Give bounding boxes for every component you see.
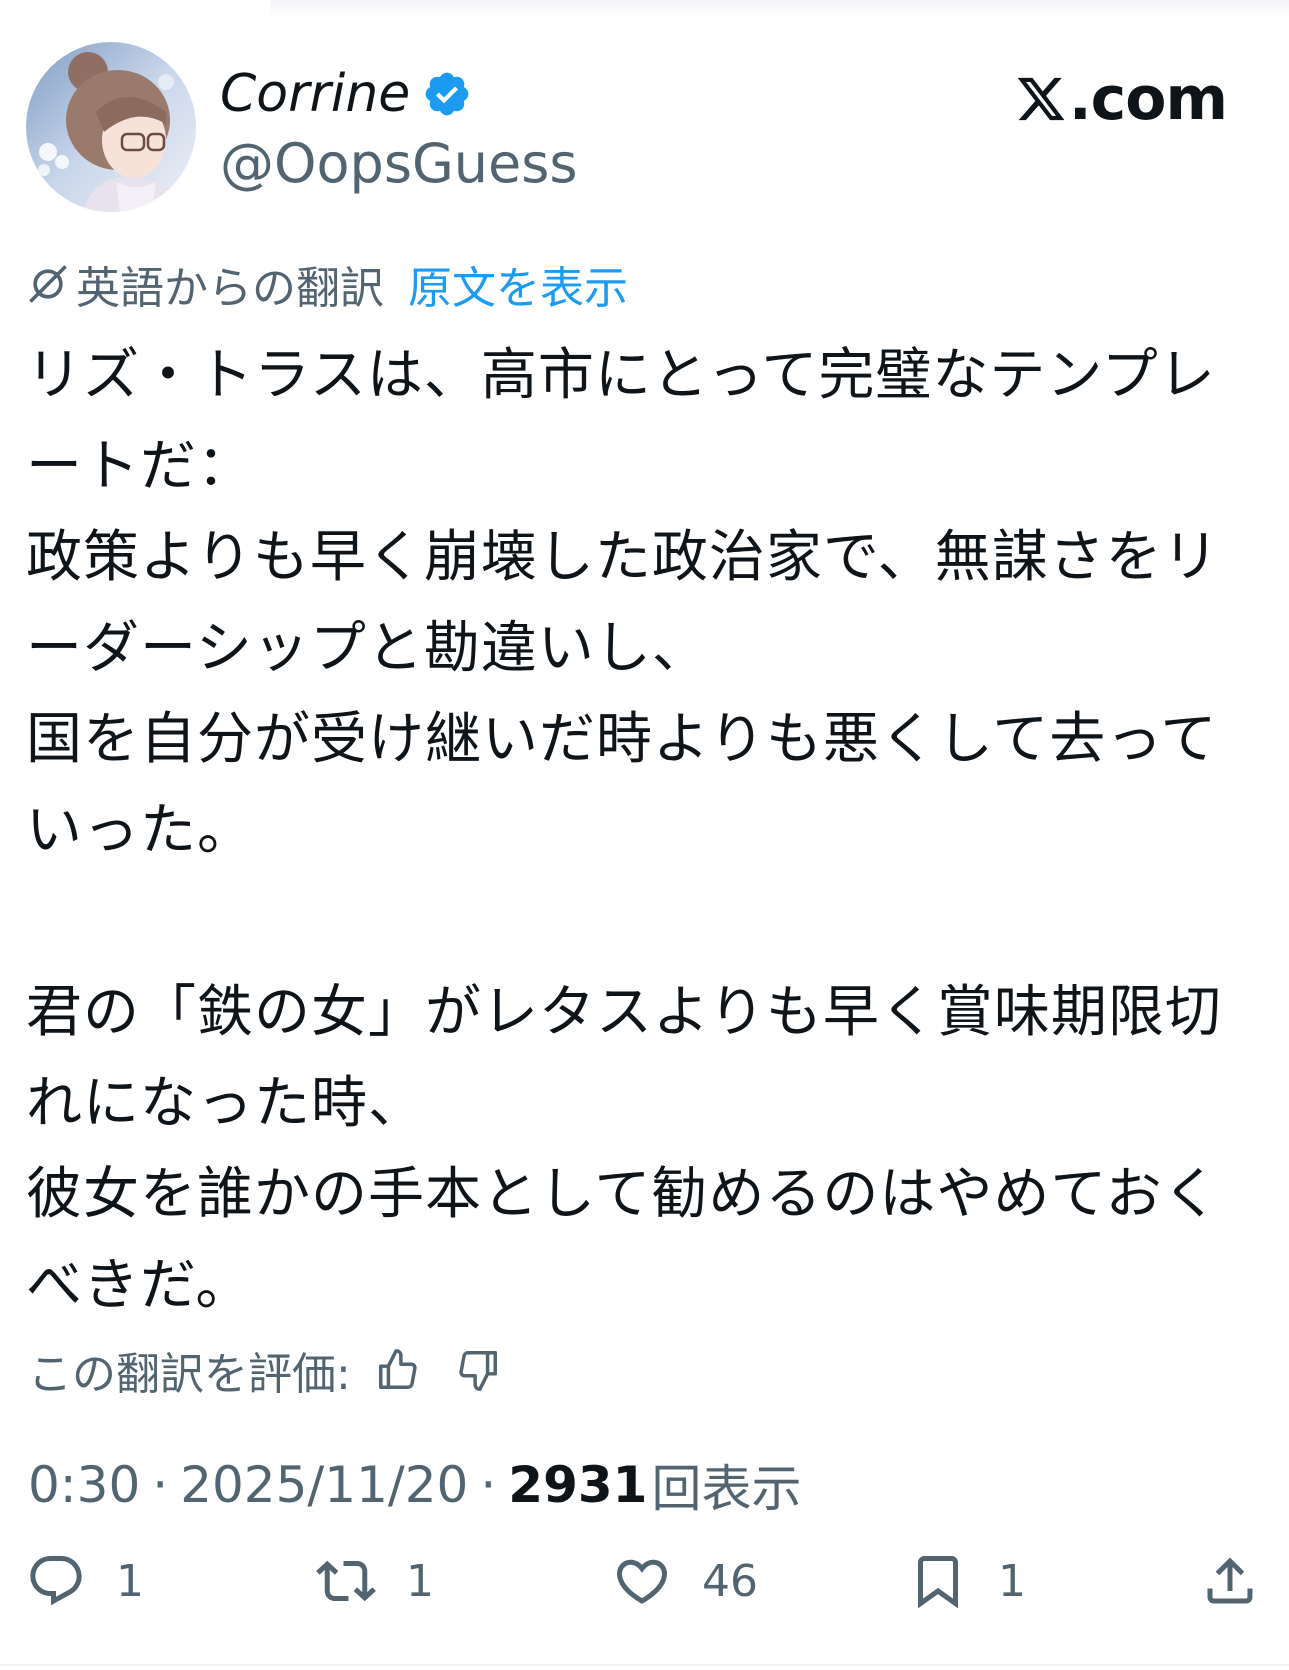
like-button[interactable]: 46 <box>612 1546 758 1616</box>
author-handle[interactable]: @OopsGuess <box>220 132 578 195</box>
bookmark-icon <box>908 1551 968 1611</box>
verified-badge-icon[interactable] <box>422 69 472 119</box>
view-count-label: 回表示 <box>651 1460 802 1518</box>
rate-translation-row: この翻訳を評価: <box>28 1340 501 1400</box>
author-display-name[interactable]: Corrine <box>220 64 410 124</box>
retweet-icon <box>316 1551 376 1611</box>
share-icon <box>1200 1551 1260 1611</box>
top-edge-strip <box>270 0 1289 20</box>
avatar[interactable] <box>26 42 196 212</box>
reply-count: 1 <box>116 1555 144 1607</box>
reply-icon <box>26 1551 86 1611</box>
translation-label: 英語からの翻訳 <box>76 263 384 314</box>
author-name-row: Corrine <box>220 62 472 126</box>
tweet-text: リズ・トラスは、高市にとって完璧なテンプレートだ： 政策よりも早く崩壊した政治家… <box>26 343 1222 1318</box>
translation-notice: 英語からの翻訳 原文を表示 <box>26 256 628 314</box>
brand-logo: .com <box>1015 64 1228 134</box>
divider <box>0 1664 1289 1666</box>
tweet-date[interactable]: 2025/11/20 <box>180 1456 468 1514</box>
brand-domain-text: .com <box>1068 64 1228 134</box>
heart-icon <box>612 1551 672 1611</box>
share-button[interactable] <box>1200 1546 1260 1616</box>
bookmark-count: 1 <box>998 1555 1026 1607</box>
translate-icon <box>26 262 70 306</box>
x-logo-icon <box>1015 73 1067 125</box>
meta-separator: · <box>152 1456 169 1514</box>
action-bar: 1 1 46 1 <box>0 1520 1289 1640</box>
like-count: 46 <box>702 1555 758 1607</box>
bookmark-button[interactable]: 1 <box>908 1546 1026 1616</box>
show-original-link[interactable]: 原文を表示 <box>408 252 628 316</box>
tweet-time[interactable]: 0:30 <box>28 1456 140 1514</box>
rate-translation-label: この翻訳を評価: <box>28 1349 351 1400</box>
meta-separator: · <box>480 1456 497 1514</box>
thumbs-up-icon[interactable] <box>375 1347 421 1393</box>
thumbs-down-icon[interactable] <box>455 1347 501 1393</box>
reply-button[interactable]: 1 <box>26 1546 144 1616</box>
retweet-count: 1 <box>406 1555 434 1607</box>
retweet-button[interactable]: 1 <box>316 1546 434 1616</box>
view-count[interactable]: 2931 <box>508 1456 647 1514</box>
tweet-meta: 0:30 · 2025/11/20 · 2931 回表示 <box>28 1450 801 1520</box>
